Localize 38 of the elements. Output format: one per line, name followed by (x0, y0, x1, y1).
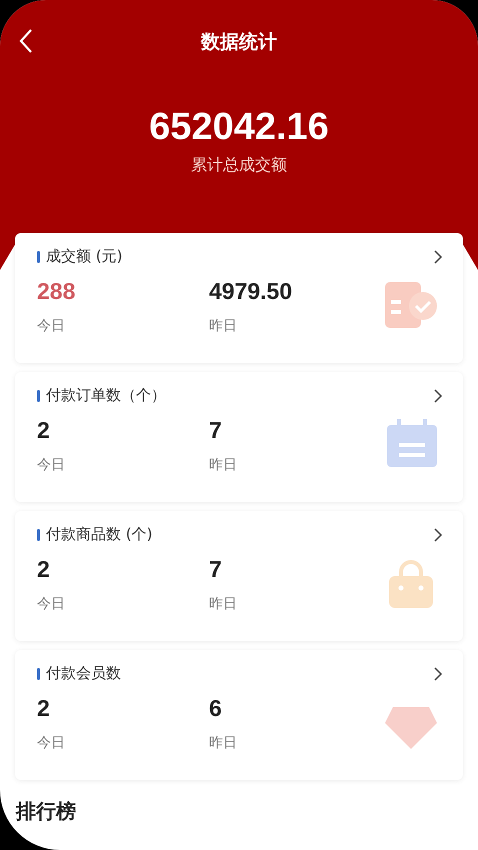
stat-card[interactable]: 付款订单数（个） 2 今日 7 昨日 (15, 372, 463, 502)
today-label: 今日 (37, 317, 66, 335)
accent-bar (37, 250, 40, 262)
total-label: 累计总成交额 (190, 155, 288, 176)
yesterday-value: 6 (209, 695, 223, 722)
total-amount: 652042.16 (148, 106, 330, 149)
today-value: 2 (37, 417, 51, 444)
card-title: 成交额 (元) (46, 247, 124, 266)
accent-bar (37, 528, 40, 540)
stat-card[interactable]: 付款商品数 (个) 2 今日 7 昨日 (15, 511, 463, 641)
yesterday-value: 7 (209, 417, 223, 444)
today-value: 2 (37, 556, 51, 583)
card-title: 付款会员数 (46, 664, 122, 683)
stat-card[interactable]: 成交额 (元) 288 今日 4979.50 昨日 (15, 233, 463, 363)
today-value: 288 (37, 278, 76, 305)
back-button[interactable] (18, 28, 34, 54)
today-label: 今日 (37, 595, 66, 613)
card-title: 付款订单数（个） (46, 386, 167, 405)
chevron-icon[interactable] (433, 526, 443, 542)
card-title: 付款商品数 (个) (46, 525, 154, 544)
today-value: 2 (37, 695, 51, 722)
chevron-icon[interactable] (433, 248, 443, 264)
page-title: 数据统计 (201, 30, 277, 55)
back-icon (18, 28, 34, 54)
ranking-title: 排行榜 (16, 798, 77, 825)
yesterday-label: 昨日 (209, 595, 238, 613)
yesterday-label: 昨日 (209, 734, 238, 752)
accent-bar (37, 668, 40, 680)
today-label: 今日 (37, 456, 66, 474)
accent-bar (37, 390, 40, 402)
yesterday-label: 昨日 (209, 456, 238, 474)
today-label: 今日 (37, 734, 66, 752)
chevron-icon[interactable] (433, 388, 443, 404)
yesterday-label: 昨日 (209, 317, 238, 335)
stat-card[interactable]: 付款会员数 2 今日 6 昨日 (15, 650, 463, 780)
yesterday-value: 7 (209, 556, 223, 583)
yesterday-value: 4979.50 (209, 278, 294, 305)
chevron-icon[interactable] (433, 666, 443, 682)
